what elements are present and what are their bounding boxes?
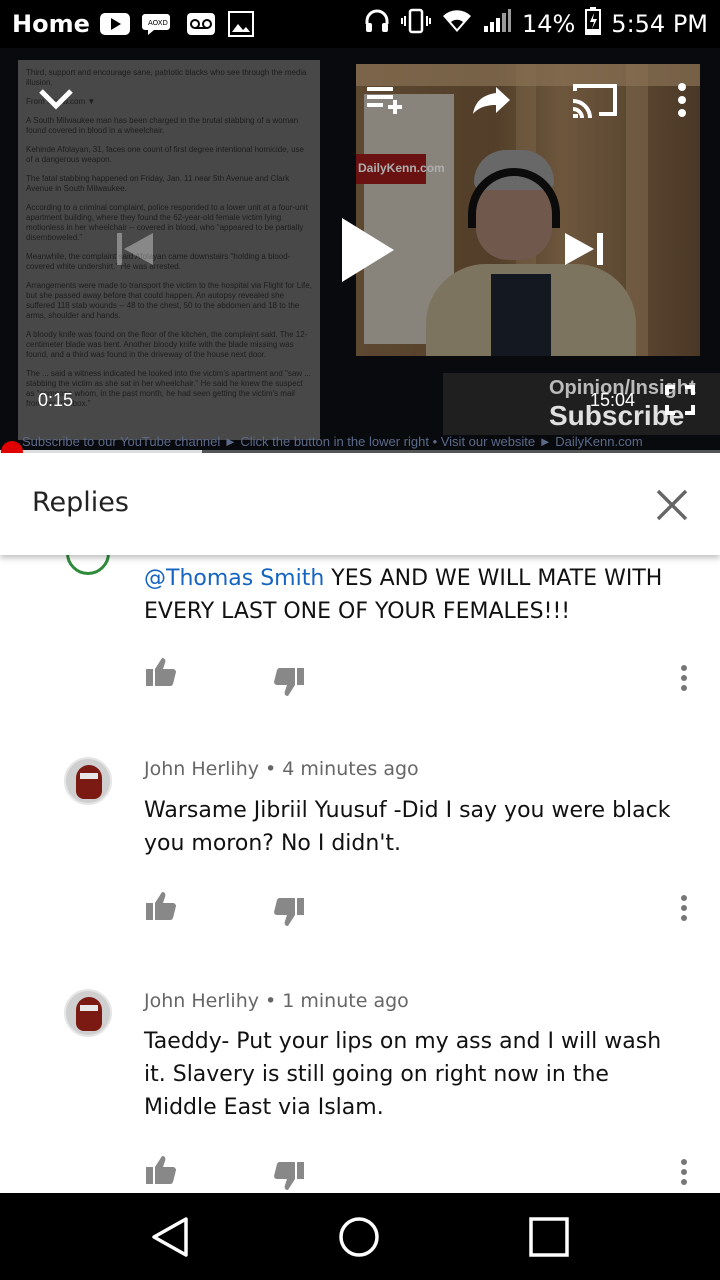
- voicemail-icon: [186, 12, 216, 36]
- home-icon[interactable]: [335, 1213, 383, 1261]
- chat-icon: AOXD: [141, 11, 174, 37]
- video-player[interactable]: Third, support and encourage sane, patri…: [0, 48, 720, 453]
- status-bar: Home AOXD 14% 5:54 PM: [0, 0, 720, 48]
- thumbs-down-icon[interactable]: [272, 1159, 306, 1193]
- avatar[interactable]: [64, 989, 112, 1037]
- youtube-icon: [99, 13, 130, 35]
- home-label: Home: [12, 10, 90, 38]
- reply-meta: John Herlihy • 4 minutes ago: [144, 758, 419, 780]
- share-icon[interactable]: [470, 82, 514, 118]
- add-to-playlist-icon[interactable]: [364, 82, 410, 118]
- reply-text: Taeddy- Put your lips on my ass and I wi…: [144, 1029, 662, 1120]
- reply-text: Warsame Jibriil Yuusuf -Did I say you we…: [144, 798, 671, 856]
- reply-item: @Thomas Smith YES AND WE WILL MATE WITH …: [0, 531, 720, 715]
- recent-apps-icon[interactable]: [525, 1213, 573, 1261]
- svg-text:AOXD: AOXD: [148, 19, 168, 27]
- image-icon: [227, 11, 254, 37]
- mention-link[interactable]: @Thomas Smith: [144, 566, 324, 591]
- navigation-bar: [0, 1193, 720, 1280]
- reply-text: @Thomas Smith YES AND WE WILL MATE WITH …: [144, 562, 684, 628]
- next-icon[interactable]: [560, 226, 608, 272]
- thumbs-up-icon[interactable]: [144, 655, 178, 689]
- thumbs-down-icon[interactable]: [272, 895, 306, 929]
- reply-item: John Herlihy • 4 minutes ago Warsame Jib…: [0, 753, 720, 953]
- more-options-icon[interactable]: [672, 893, 696, 923]
- more-options-icon[interactable]: [672, 663, 696, 693]
- duration: 15:04: [590, 390, 636, 410]
- clock: 5:54 PM: [611, 10, 708, 38]
- more-options-icon[interactable]: [668, 80, 696, 120]
- replies-panel: Replies @Thomas Smith YES AND WE WILL MA…: [0, 453, 720, 1193]
- headphones-icon: [364, 8, 390, 40]
- replies-header: Replies: [0, 453, 720, 555]
- reply-item: John Herlihy • 1 minute ago Taeddy- Put …: [0, 985, 720, 1193]
- fullscreen-icon[interactable]: [664, 384, 696, 416]
- thumbs-down-icon[interactable]: [272, 665, 306, 699]
- chevron-down-icon[interactable]: [36, 84, 76, 114]
- panel-title: Replies: [32, 487, 129, 518]
- signal-icon: [482, 8, 512, 40]
- more-options-icon[interactable]: [672, 1157, 696, 1187]
- wifi-icon: [442, 9, 472, 39]
- current-time: 0:15: [38, 390, 74, 410]
- previous-icon: [112, 226, 158, 272]
- play-icon[interactable]: [332, 212, 402, 288]
- battery-icon: [585, 7, 602, 41]
- reply-meta: John Herlihy • 1 minute ago: [144, 990, 409, 1012]
- back-icon[interactable]: [146, 1213, 194, 1261]
- vibrate-icon: [400, 8, 432, 40]
- cast-icon[interactable]: [570, 80, 620, 120]
- avatar[interactable]: [64, 757, 112, 805]
- battery-level: 14%: [521, 10, 576, 38]
- video-ticker: Subscribe to our YouTube channel ► Click…: [22, 434, 643, 449]
- close-icon[interactable]: [652, 485, 692, 525]
- thumbs-up-icon[interactable]: [144, 1153, 178, 1187]
- thumbs-up-icon[interactable]: [144, 889, 178, 923]
